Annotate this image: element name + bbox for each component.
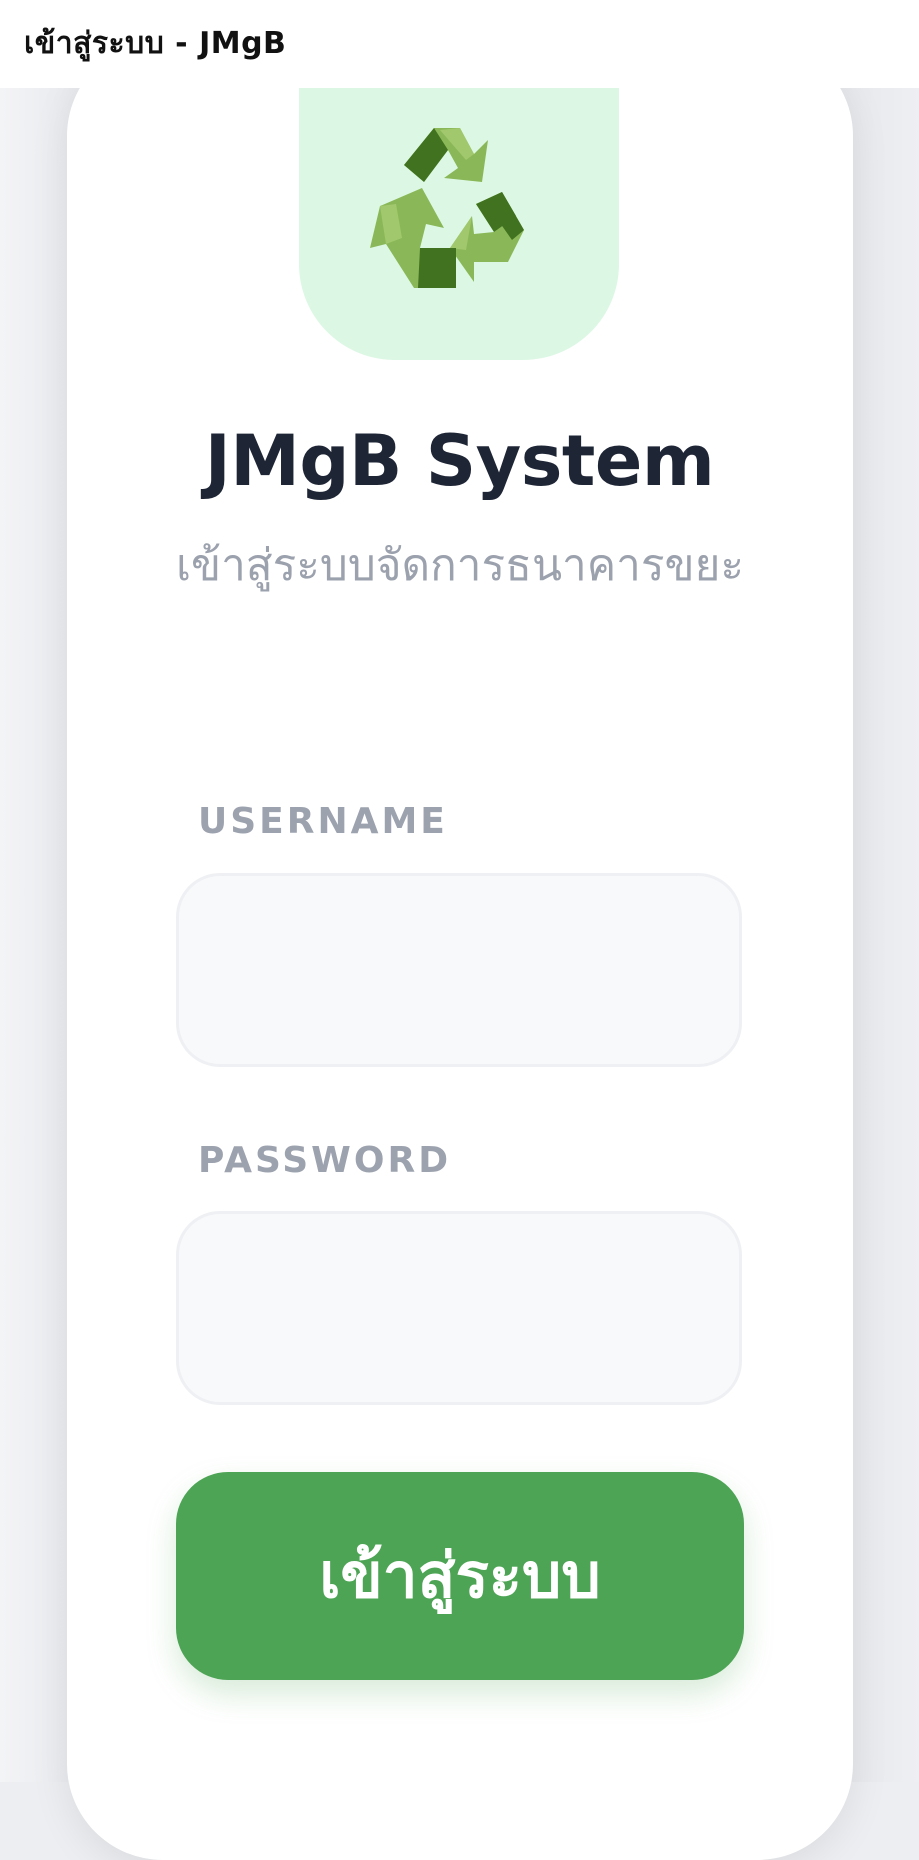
username-label: USERNAME [198, 801, 448, 842]
password-input[interactable] [176, 1211, 742, 1405]
window-title-bar: เข้าสู่ระบบ - JMgB [0, 0, 919, 88]
page-subtitle: เข้าสู่ระบบจัดการธนาคารขยะ [175, 540, 745, 591]
recycle-icon [370, 128, 524, 288]
window-title: เข้าสู่ระบบ - JMgB [24, 26, 287, 61]
app-name: JMgB System [204, 420, 715, 502]
username-input[interactable] [176, 873, 742, 1067]
password-label: PASSWORD [198, 1140, 452, 1181]
login-button[interactable]: เข้าสู่ระบบ [176, 1472, 744, 1680]
